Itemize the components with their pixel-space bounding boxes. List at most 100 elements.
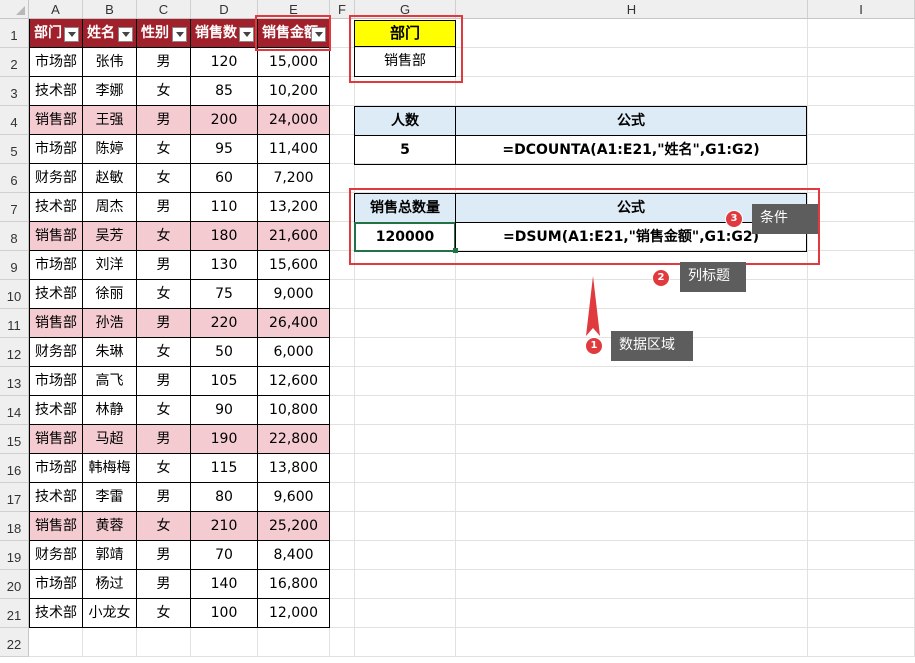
grid-cell[interactable] [808,106,915,135]
row-header-10[interactable]: 10 [0,280,29,309]
table-cell[interactable]: 市场部 [29,48,83,77]
count-table-value[interactable]: 5 [354,135,456,165]
grid-cell[interactable] [191,628,258,657]
table-cell[interactable]: 销售部 [29,425,83,454]
grid-cell[interactable] [456,367,808,396]
grid-cell[interactable] [330,309,355,338]
table-cell[interactable]: 黄蓉 [83,512,137,541]
table-cell[interactable]: 男 [137,106,191,135]
table-cell[interactable]: 70 [191,541,258,570]
table-cell[interactable]: 13,800 [258,454,330,483]
grid-cell[interactable] [137,628,191,657]
row-header-9[interactable]: 9 [0,251,29,280]
grid-cell[interactable] [330,135,355,164]
table-cell[interactable]: 男 [137,48,191,77]
table-cell[interactable]: 市场部 [29,570,83,599]
grid-cell[interactable] [808,280,915,309]
grid-cell[interactable] [330,338,355,367]
grid-cell[interactable] [330,454,355,483]
grid-cell[interactable] [355,483,456,512]
table-cell[interactable]: 15,000 [258,48,330,77]
grid-cell[interactable] [456,77,808,106]
count-table-header-2[interactable]: 公式 [455,106,807,136]
grid-cell[interactable] [808,338,915,367]
grid-cell[interactable] [456,483,808,512]
table-cell[interactable]: 林静 [83,396,137,425]
table-cell[interactable]: 女 [137,454,191,483]
table-cell[interactable]: 销售部 [29,106,83,135]
table-cell[interactable]: 50 [191,338,258,367]
filter-dropdown-icon[interactable] [172,27,187,42]
table-cell[interactable]: 8,400 [258,541,330,570]
grid-cell[interactable] [456,48,808,77]
grid-cell[interactable] [456,599,808,628]
grid-cell[interactable] [29,628,83,657]
grid-cell[interactable] [808,570,915,599]
table-cell[interactable]: 张伟 [83,48,137,77]
table-cell[interactable]: 21,600 [258,222,330,251]
table-cell[interactable]: 男 [137,570,191,599]
grid-cell[interactable] [808,628,915,657]
row-header-18[interactable]: 18 [0,512,29,541]
table-cell[interactable]: 财务部 [29,541,83,570]
column-header-d[interactable]: D [191,0,258,19]
table-cell[interactable]: 小龙女 [83,599,137,628]
column-header-c[interactable]: C [137,0,191,19]
grid-cell[interactable] [808,48,915,77]
table-cell[interactable]: 22,800 [258,425,330,454]
table-cell[interactable]: 马超 [83,425,137,454]
table-cell[interactable]: 7,200 [258,164,330,193]
table-cell[interactable]: 孙浩 [83,309,137,338]
row-header-8[interactable]: 8 [0,222,29,251]
table-cell[interactable]: 周杰 [83,193,137,222]
row-header-13[interactable]: 13 [0,367,29,396]
column-header-h[interactable]: H [456,0,808,19]
table-cell[interactable]: 市场部 [29,135,83,164]
grid-cell[interactable] [355,425,456,454]
table-cell[interactable]: 财务部 [29,164,83,193]
table-cell[interactable]: 男 [137,425,191,454]
grid-cell[interactable] [456,396,808,425]
grid-cell[interactable] [330,396,355,425]
table-cell[interactable]: 80 [191,483,258,512]
table-cell[interactable]: 140 [191,570,258,599]
table-cell[interactable]: 女 [137,338,191,367]
grid-cell[interactable] [330,106,355,135]
table-cell[interactable]: 高飞 [83,367,137,396]
count-table-formula[interactable]: =DCOUNTA(A1:E21,"姓名",G1:G2) [455,135,807,165]
table-cell[interactable]: 75 [191,280,258,309]
table-cell[interactable]: 王强 [83,106,137,135]
table-cell[interactable]: 95 [191,135,258,164]
select-all-corner[interactable] [0,0,29,19]
table-cell[interactable]: 男 [137,309,191,338]
grid-cell[interactable] [456,454,808,483]
table-cell[interactable]: 销售部 [29,309,83,338]
row-header-12[interactable]: 12 [0,338,29,367]
table-cell[interactable]: 13,200 [258,193,330,222]
table-cell[interactable]: 190 [191,425,258,454]
grid-cell[interactable] [330,541,355,570]
table-cell[interactable]: 10,200 [258,77,330,106]
grid-cell[interactable] [83,628,137,657]
grid-cell[interactable] [258,628,330,657]
table-cell[interactable]: 销售部 [29,512,83,541]
table-cell[interactable]: 男 [137,367,191,396]
grid-cell[interactable] [808,77,915,106]
table-cell[interactable]: 24,000 [258,106,330,135]
filter-dropdown-icon[interactable] [64,27,79,42]
table-cell[interactable]: 销售部 [29,222,83,251]
grid-cell[interactable] [808,599,915,628]
grid-cell[interactable] [808,512,915,541]
grid-cell[interactable] [808,222,915,251]
row-header-20[interactable]: 20 [0,570,29,599]
grid-cell[interactable] [456,541,808,570]
table-cell[interactable]: 女 [137,222,191,251]
table-cell[interactable]: 技术部 [29,396,83,425]
row-header-6[interactable]: 6 [0,164,29,193]
row-header-19[interactable]: 19 [0,541,29,570]
count-table-header-1[interactable]: 人数 [354,106,456,136]
grid-cell[interactable] [808,367,915,396]
row-header-3[interactable]: 3 [0,77,29,106]
table-cell[interactable]: 16,800 [258,570,330,599]
grid-cell[interactable] [808,454,915,483]
